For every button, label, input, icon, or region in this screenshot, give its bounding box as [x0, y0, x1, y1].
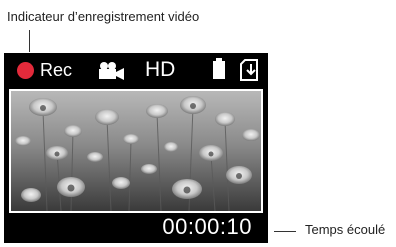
elapsed-time-leader-line: [274, 231, 296, 232]
flower-field-image: [11, 91, 261, 211]
rec-label: Rec: [40, 60, 73, 80]
memory-card-icon: [240, 59, 258, 81]
record-dot-icon: [17, 62, 34, 79]
recording-indicator-callout: Indicateur d’enregistrement vidéo: [7, 9, 200, 24]
video-camera-icon: [99, 62, 124, 80]
status-bar: Rec HD: [4, 53, 268, 87]
elapsed-time-callout: Temps écoulé: [305, 222, 386, 237]
video-preview: [9, 89, 263, 213]
camera-screen: Rec HD 00:00:10: [4, 53, 268, 243]
battery-icon: [213, 58, 225, 79]
recording-indicator-leader-line: [29, 30, 30, 52]
elapsed-time-display: 00:00:10: [162, 214, 252, 239]
quality-label: HD: [145, 58, 176, 81]
